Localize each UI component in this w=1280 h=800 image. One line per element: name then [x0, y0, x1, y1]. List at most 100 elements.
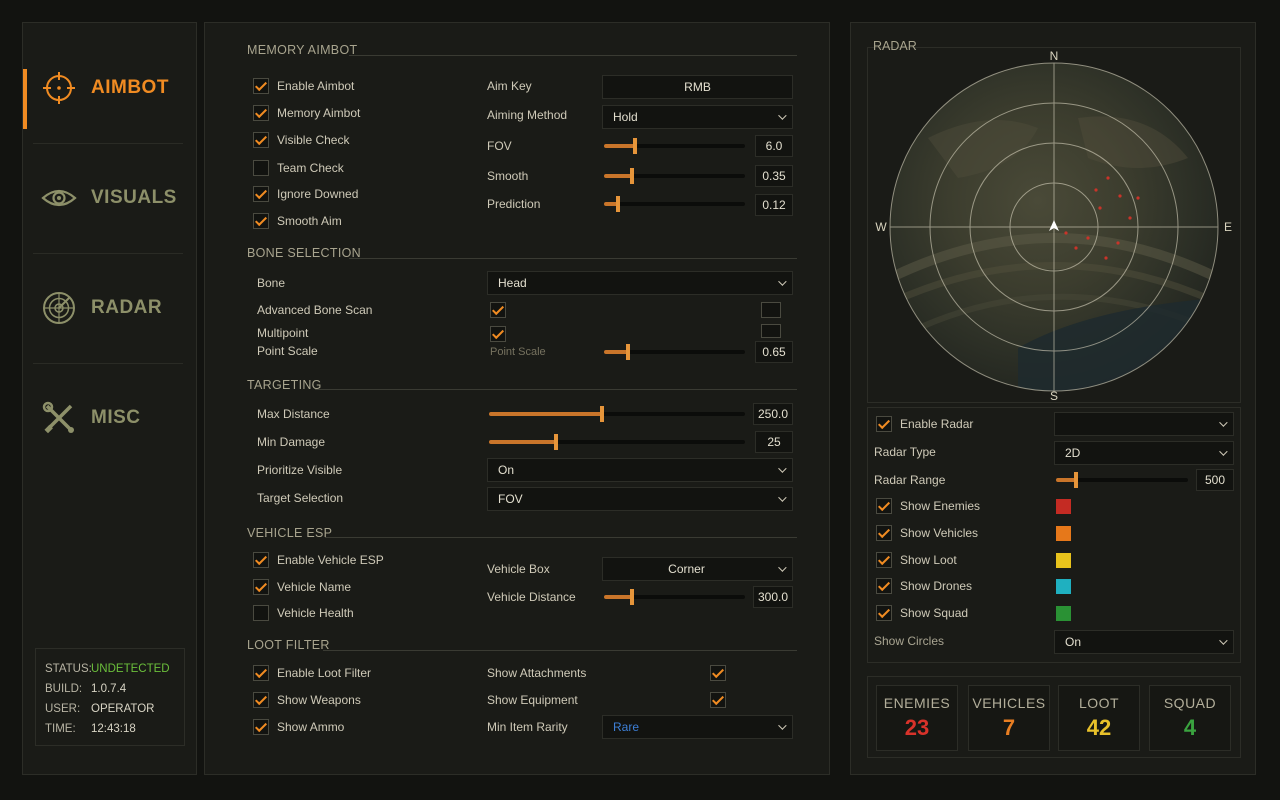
checkbox[interactable] [253, 719, 269, 735]
advanced-bone-scan-toggle[interactable] [761, 302, 781, 318]
checkbox[interactable] [253, 665, 269, 681]
nav-item-visuals[interactable]: VISUALS [23, 143, 196, 253]
slider-thumb[interactable] [633, 138, 638, 154]
target-selection-dropdown[interactable]: FOV [487, 487, 793, 511]
slider-thumb[interactable] [553, 434, 558, 450]
checkbox-label: Show Enemies [900, 499, 981, 513]
enable-loot-filter-checkbox[interactable]: Enable Loot Filter [253, 663, 371, 683]
vehicle-distance-label: Vehicle Distance [487, 590, 576, 604]
show-equipment-checkbox[interactable] [710, 692, 726, 708]
checkbox[interactable] [876, 605, 892, 621]
checkbox-label: Show Squad [900, 606, 969, 620]
vehicle-box-dropdown[interactable]: Corner [602, 557, 793, 581]
slider-thumb[interactable] [599, 406, 604, 422]
checkbox[interactable] [253, 213, 269, 229]
nav-item-radar[interactable]: RADAR [23, 253, 196, 363]
enable-radar-dropdown[interactable] [1054, 412, 1234, 436]
drone-color-swatch[interactable] [1056, 579, 1071, 594]
loot-color-swatch[interactable] [1056, 553, 1071, 568]
max-distance-value[interactable]: 250.0 [753, 403, 793, 425]
aim-key-field[interactable]: RMB [602, 75, 793, 99]
checkbox[interactable] [253, 160, 269, 176]
vehicle-distance-slider[interactable] [604, 589, 745, 605]
max-distance-slider[interactable] [489, 406, 745, 422]
checkbox[interactable] [876, 525, 892, 541]
show-loot-checkbox[interactable]: Show Loot [876, 550, 957, 570]
section-title-loot-filter: LOOT FILTER [247, 638, 330, 652]
radar-title: RADAR [873, 39, 917, 53]
slider-thumb[interactable] [630, 589, 635, 605]
bone-label: Bone [257, 276, 286, 290]
vehicle-name-checkbox[interactable]: Vehicle Name [253, 577, 351, 597]
radar-map[interactable]: N S E W [868, 48, 1240, 402]
prediction-slider[interactable] [604, 196, 745, 212]
checkbox[interactable] [876, 578, 892, 594]
checkbox[interactable] [876, 552, 892, 568]
enable-aimbot-checkbox[interactable]: Enable Aimbot [253, 76, 354, 96]
squad-counter: SQUAD 4 [1149, 685, 1231, 751]
checkbox[interactable] [253, 579, 269, 595]
show-circles-dropdown[interactable]: On [1054, 630, 1234, 654]
smooth-slider[interactable] [604, 168, 745, 184]
checkbox[interactable] [253, 605, 269, 621]
checkbox[interactable] [253, 186, 269, 202]
smooth-value[interactable]: 0.35 [755, 165, 793, 187]
aiming-method-dropdown[interactable]: Hold [602, 105, 793, 129]
nav-item-misc[interactable]: MISC [23, 363, 196, 473]
show-drones-checkbox[interactable]: Show Drones [876, 576, 972, 596]
enable-radar-checkbox[interactable]: Enable Radar [876, 414, 973, 434]
team-check-checkbox[interactable]: Team Check [253, 158, 344, 178]
checkbox[interactable] [253, 692, 269, 708]
show-squad-checkbox[interactable]: Show Squad [876, 603, 968, 623]
enemy-color-swatch[interactable] [1056, 499, 1071, 514]
checkbox[interactable] [876, 416, 892, 432]
vehicle-color-swatch[interactable] [1056, 526, 1071, 541]
divider [315, 389, 797, 390]
prioritize-visible-dropdown[interactable]: On [487, 458, 793, 482]
counter-value: 23 [904, 715, 930, 740]
ignore-downed-checkbox[interactable]: Ignore Downed [253, 184, 358, 204]
visible-check-checkbox[interactable]: Visible Check [253, 130, 349, 150]
smooth-aim-checkbox[interactable]: Smooth Aim [253, 211, 342, 231]
show-weapons-checkbox[interactable]: Show Weapons [253, 690, 361, 710]
radar-type-dropdown[interactable]: 2D [1054, 441, 1234, 465]
show-attachments-checkbox[interactable] [710, 665, 726, 681]
fov-value[interactable]: 6.0 [755, 135, 793, 157]
show-enemies-checkbox[interactable]: Show Enemies [876, 496, 980, 516]
radar-range-slider[interactable] [1056, 472, 1188, 488]
slider-thumb[interactable] [1073, 472, 1078, 488]
multipoint-checkbox[interactable] [490, 326, 506, 342]
slider-thumb[interactable] [625, 344, 630, 360]
vehicle-health-checkbox[interactable]: Vehicle Health [253, 603, 354, 623]
min-item-rarity-dropdown[interactable]: Rare [602, 715, 793, 739]
checkbox[interactable] [253, 105, 269, 121]
checkbox[interactable] [253, 132, 269, 148]
radar-range-value[interactable]: 500 [1196, 469, 1234, 491]
fov-slider[interactable] [604, 138, 745, 154]
vehicle-distance-value[interactable]: 300.0 [753, 586, 793, 608]
min-damage-value[interactable]: 25 [755, 431, 793, 453]
point-scale-slider[interactable] [604, 344, 745, 360]
show-vehicles-checkbox[interactable]: Show Vehicles [876, 523, 978, 543]
enable-vehicle-esp-checkbox[interactable]: Enable Vehicle ESP [253, 550, 384, 570]
min-damage-slider[interactable] [489, 434, 745, 450]
squad-color-swatch[interactable] [1056, 606, 1071, 621]
prediction-label: Prediction [487, 197, 541, 211]
slider-thumb[interactable] [630, 168, 635, 184]
nav-item-aimbot[interactable]: AIMBOT [23, 33, 196, 143]
prediction-value[interactable]: 0.12 [755, 194, 793, 216]
advanced-bone-scan-checkbox[interactable] [490, 302, 506, 318]
bone-dropdown[interactable]: Head [487, 271, 793, 295]
slider-fill [489, 412, 602, 416]
checkbox-label: Ignore Downed [277, 187, 359, 201]
checkbox-label: Show Drones [900, 579, 973, 593]
checkbox[interactable] [876, 498, 892, 514]
multipoint-toggle[interactable] [761, 324, 781, 338]
checkbox[interactable] [253, 552, 269, 568]
section-title-targeting: TARGETING [247, 378, 322, 392]
slider-thumb[interactable] [616, 196, 621, 212]
show-ammo-checkbox[interactable]: Show Ammo [253, 717, 344, 737]
checkbox[interactable] [253, 78, 269, 94]
memory-aimbot-checkbox[interactable]: Memory Aimbot [253, 103, 360, 123]
point-scale-value[interactable]: 0.65 [755, 341, 793, 363]
